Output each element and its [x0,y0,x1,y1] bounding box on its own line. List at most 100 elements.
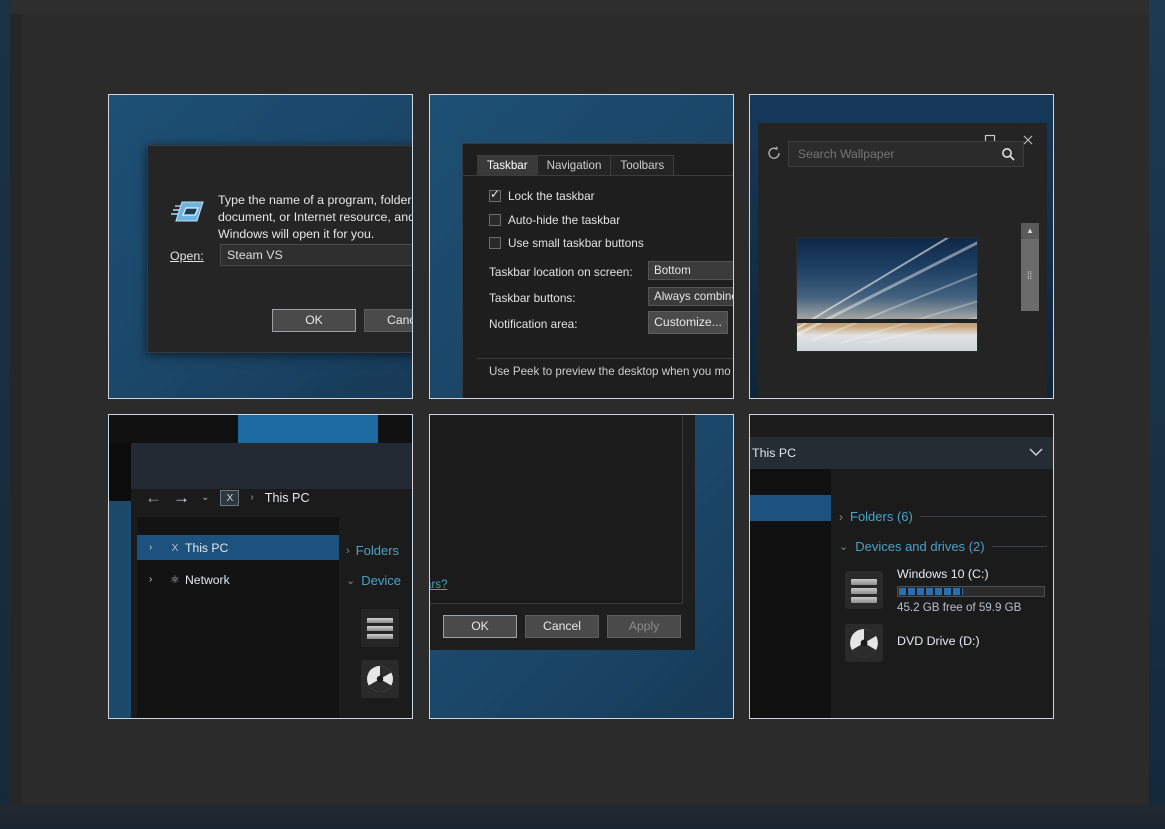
chevron-down-icon[interactable]: ⌄ [839,540,848,553]
explorer-nav-controls: ← → ⌄ X › This PC [145,489,310,506]
panel-run-dialog: Type the name of a program, folder, docu… [108,94,413,399]
checkbox-row-lock-taskbar[interactable]: Lock the taskbar [489,187,595,203]
checkbox-autohide-taskbar-label: Auto-hide the taskbar [508,213,621,227]
group-devices-label: Devices and drives (2) [855,539,985,554]
tab-taskbar[interactable]: Taskbar [477,155,538,176]
checkbox-row-autohide-taskbar[interactable]: Auto-hide the taskbar [489,213,620,227]
taskbar-properties-tabs: Taskbar Navigation Toolbars [477,155,675,176]
chevron-right-icon[interactable]: › [149,574,165,585]
history-caret-icon[interactable]: ⌄ [201,492,209,503]
checkbox-lock-taskbar[interactable] [489,187,501,202]
cancel-button[interactable]: Cancel [525,615,599,638]
thumbnail-horizon [797,319,977,324]
drive-item-dvd-d[interactable]: DVD Drive (D:) [845,624,1045,668]
group-header-devices-label: Device [361,573,401,588]
group-folders[interactable]: › Folders (6) [839,509,1047,524]
network-icon: ⚛ [170,573,180,586]
hard-drive-icon [845,571,883,609]
checkbox-row-small-buttons[interactable]: Use small taskbar buttons [489,236,644,250]
panel-taskbar-properties: Taskbar Navigation Toolbars Lock the tas… [429,94,734,399]
settings-dialog-content-area [430,415,683,604]
dvd-drive-icon[interactable] [361,660,399,698]
field-label-notification-area: Notification area: [489,317,578,331]
vertical-scrollbar[interactable]: ▲ ⣿ [1021,223,1039,311]
explorer-content-pane: › Folders ⌄ Device [339,517,412,718]
chevron-right-icon[interactable]: › [839,510,843,524]
drive-capacity-bar [897,586,1045,597]
group-header-devices[interactable]: ⌄ Device [346,573,401,588]
breadcrumb-pc-icon[interactable]: X [220,489,240,506]
explorer-nav-bar [131,443,412,489]
drive-item-windows-c[interactable]: Windows 10 (C:) 45.2 GB free of 59.9 GB [845,567,1045,615]
checkbox-small-taskbar-buttons-label: Use small taskbar buttons [508,236,644,250]
scrollbar-thumb[interactable]: ⣿ [1021,239,1039,311]
dialog-button-row: OK Cancel Apply [443,615,681,638]
pc-badge-icon: X [171,541,179,554]
desktop-edge-right [1149,0,1165,829]
refresh-icon[interactable] [766,145,784,163]
tree-item-this-pc-label: This PC [185,540,229,555]
run-open-label: Open: [170,249,204,263]
screenshot-root: Type the name of a program, folder, docu… [0,0,1165,829]
wallpaper-thumbnail[interactable] [796,237,978,352]
checkbox-small-taskbar-buttons[interactable] [489,237,501,249]
combo-taskbar-location[interactable]: Bottom [648,261,733,280]
peek-description-text: Use Peek to preview the desktop when you… [489,365,731,378]
run-ok-button[interactable]: OK [272,309,356,332]
customize-notification-button[interactable]: Customize... [648,311,728,334]
checkbox-autohide-taskbar[interactable] [489,214,501,226]
this-pc-window: This PC › Folders (6) ⌄ Devices and driv… [750,437,1053,718]
wallpaper-search-box[interactable] [788,141,1024,167]
forward-icon[interactable]: → [173,489,190,506]
field-label-taskbar-buttons: Taskbar buttons: [489,291,576,305]
search-icon[interactable] [1001,147,1015,166]
search-input[interactable] [789,142,1023,166]
desktop-edge-top-shade [10,0,1150,14]
run-window-icon [170,196,204,228]
explorer-navigation-pane: › X This PC › ⚛ Network [137,517,339,718]
tree-item-network[interactable]: › ⚛ Network [137,567,339,592]
chevron-down-icon[interactable] [1029,446,1043,460]
group-header-folders[interactable]: › Folders [346,543,399,558]
dvd-drive-icon [845,624,883,662]
group-rule [919,516,1047,517]
nav-selected-row[interactable] [750,495,831,521]
peek-divider [477,358,733,359]
desktop-edge-bottom [0,805,1165,829]
ok-button[interactable]: OK [443,615,517,638]
back-icon[interactable]: ← [145,489,162,506]
tab-navigation[interactable]: Navigation [536,155,612,176]
tree-item-network-label: Network [185,572,230,587]
address-bar-text: This PC [752,446,797,460]
panel-explorer-tree: ← → ⌄ X › This PC › X This PC › ⚛ Networ… [108,414,413,719]
taskbar-tab-body: Lock the taskbar Auto-hide the taskbar U… [463,175,733,398]
breadcrumb-current[interactable]: This PC [265,491,310,505]
group-folders-label: Folders (6) [850,509,913,524]
help-link[interactable]: ars? [430,578,448,591]
chevron-down-icon[interactable]: ⌄ [346,574,355,587]
explorer-desktop-blue-2 [109,501,131,718]
drive-name-windows-c: Windows 10 (C:) [897,567,989,581]
panel-wallpaper-app: ▲ ⣿ [749,94,1054,399]
this-pc-content-pane: › Folders (6) ⌄ Devices and drives (2) W… [831,469,1053,718]
apply-button[interactable]: Apply [607,615,681,638]
panel-settings-dialog: ars? OK Cancel Apply [429,414,734,719]
group-devices-and-drives[interactable]: ⌄ Devices and drives (2) [839,539,1047,554]
combo-taskbar-buttons[interactable]: Always combine, [648,287,733,306]
run-dialog-window: Type the name of a program, folder, docu… [147,145,412,353]
field-label-taskbar-location: Taskbar location on screen: [489,265,633,279]
tab-toolbars[interactable]: Toolbars [610,155,675,176]
taskbar-properties-window: Taskbar Navigation Toolbars Lock the tas… [462,143,733,398]
chevron-right-icon[interactable]: › [149,542,165,553]
group-header-folders-label: Folders [355,543,400,558]
run-cancel-button[interactable]: Cancel [364,309,412,332]
chevron-right-icon[interactable]: › [346,545,350,557]
group-rule [991,546,1047,547]
panel-this-pc: This PC › Folders (6) ⌄ Devices and driv… [749,414,1054,719]
address-bar[interactable]: This PC [750,437,1053,469]
hard-drive-icon[interactable] [361,609,399,647]
scroll-up-arrow[interactable]: ▲ [1021,223,1039,239]
tree-item-this-pc[interactable]: › X This PC [137,535,339,560]
run-open-input[interactable] [220,244,412,266]
breadcrumb-separator: › [250,492,254,503]
